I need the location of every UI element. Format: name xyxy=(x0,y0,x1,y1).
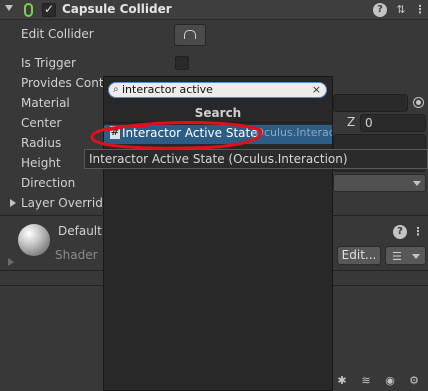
material-help-icon[interactable]: ? xyxy=(393,225,407,239)
material-field[interactable] xyxy=(333,94,408,112)
material-foldout-icon[interactable] xyxy=(8,258,14,266)
component-title: Capsule Collider xyxy=(62,2,172,16)
bottom-toolbar: ✱ ≋ ◉ ⚙ xyxy=(333,373,428,391)
shader-edit-button[interactable]: Edit... xyxy=(337,246,381,265)
layer-overrides-foldout-icon[interactable] xyxy=(10,199,16,207)
shader-list-dropdown[interactable]: ☰ xyxy=(385,246,426,265)
capsule-collider-icon xyxy=(24,3,33,17)
is-trigger-label: Is Trigger xyxy=(21,56,76,70)
height-label: Height xyxy=(21,156,61,170)
search-icon: ⌕ xyxy=(113,84,119,95)
material-label: Material xyxy=(21,96,70,110)
edit-collider-icon xyxy=(184,30,196,39)
red-annotation-stroke xyxy=(90,121,263,150)
debug-icon[interactable]: ✱ xyxy=(333,374,351,388)
is-trigger-checkbox[interactable] xyxy=(175,56,189,70)
check-icon: ✓ xyxy=(44,2,55,16)
search-input[interactable]: ⌕ interactor active × xyxy=(108,82,327,98)
component-enabled-checkbox[interactable]: ✓ xyxy=(42,2,56,17)
chevron-down-icon xyxy=(412,254,420,259)
layer-overrides-label: Layer Override xyxy=(21,196,111,210)
clear-search-icon[interactable]: × xyxy=(312,83,321,97)
settings-icon[interactable]: ⚙ xyxy=(405,374,423,388)
preset-sliders-icon[interactable]: ⇅ xyxy=(394,3,408,17)
list-icon: ☰ xyxy=(392,250,402,263)
red-annotation-circle xyxy=(90,121,263,150)
material-preview-sphere xyxy=(18,224,50,256)
center-z-field[interactable]: 0 xyxy=(360,114,426,132)
direction-label: Direction xyxy=(21,176,76,190)
help-icon[interactable]: ? xyxy=(373,3,387,17)
center-label: Center xyxy=(21,116,62,130)
material-menu-icon[interactable]: ⋮ xyxy=(411,225,425,239)
object-picker-icon[interactable] xyxy=(413,97,424,108)
center-z-label: Z xyxy=(347,115,356,129)
chevron-down-icon xyxy=(413,181,421,186)
material-name: Default xyxy=(58,224,102,238)
edit-collider-label: Edit Collider xyxy=(21,27,94,41)
search-query: interactor active xyxy=(122,83,213,96)
foldout-arrow-icon[interactable] xyxy=(5,5,13,11)
center-z-value: 0 xyxy=(365,116,373,130)
shader-edit-label: Edit... xyxy=(341,248,377,262)
direction-dropdown[interactable] xyxy=(333,174,426,192)
edit-collider-button[interactable] xyxy=(174,24,206,46)
kebab-menu-icon[interactable]: ⋮ xyxy=(413,3,427,17)
visibility-icon[interactable]: ◉ xyxy=(381,374,399,388)
radius-label: Radius xyxy=(21,136,62,150)
provides-contacts-label: Provides Conta xyxy=(21,76,111,90)
shader-label: Shader xyxy=(55,248,98,262)
layers-icon[interactable]: ≋ xyxy=(357,374,375,388)
